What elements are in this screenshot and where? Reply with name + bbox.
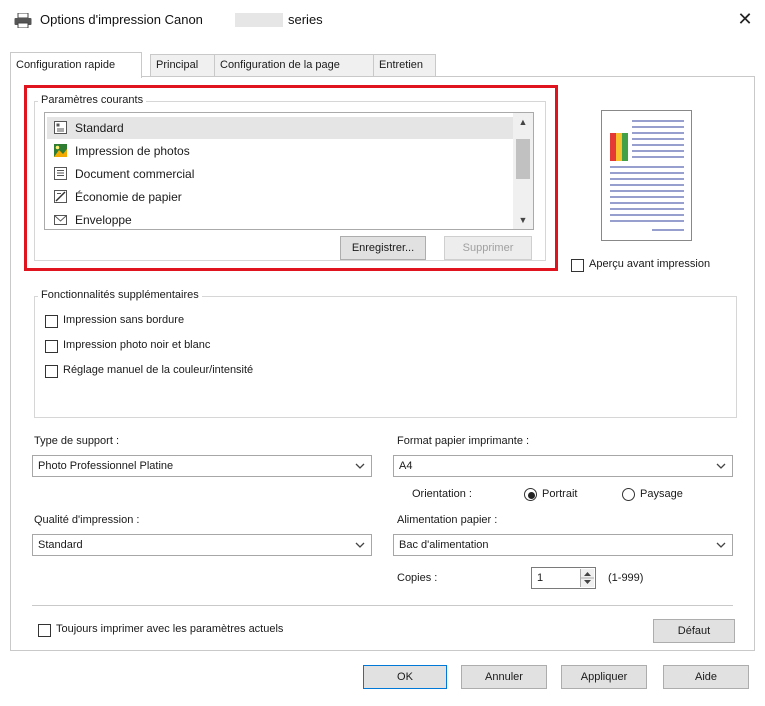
paper-source-value: Bac d'alimentation — [399, 539, 489, 551]
chevron-down-icon — [355, 542, 365, 548]
printer-icon — [14, 13, 32, 28]
paper-size-label: Format papier imprimante : — [397, 435, 530, 447]
window-title: Options d'impression Canon — [40, 12, 203, 27]
separator — [32, 605, 733, 606]
orientation-label: Orientation : — [412, 488, 472, 500]
bw-photo-checkbox[interactable] — [45, 340, 58, 353]
borderless-checkbox[interactable] — [45, 315, 58, 328]
copies-label: Copies : — [397, 572, 438, 584]
paper-source-label: Alimentation papier : — [397, 514, 498, 526]
print-quality-label: Qualité d'impression : — [34, 514, 140, 526]
always-print-label: Toujours imprimer avec les paramètres ac… — [56, 623, 284, 635]
media-type-label: Type de support : — [34, 435, 119, 447]
paper-size-select[interactable]: A4 — [393, 455, 733, 477]
window-title-suffix: series — [288, 12, 323, 27]
tab-page-setup[interactable]: Configuration de la page — [214, 54, 374, 77]
manual-color-checkbox[interactable] — [45, 365, 58, 378]
always-print-checkbox[interactable] — [38, 624, 51, 637]
bw-photo-label: Impression photo noir et blanc — [63, 339, 211, 351]
tab-quick-setup[interactable]: Configuration rapide — [10, 52, 142, 78]
help-button[interactable]: Aide — [663, 665, 749, 689]
default-button[interactable]: Défaut — [653, 619, 735, 643]
chevron-down-icon — [716, 463, 726, 469]
copies-value: 1 — [537, 572, 544, 584]
highlight-box — [24, 85, 558, 271]
paper-source-select[interactable]: Bac d'alimentation — [393, 534, 733, 556]
cancel-button[interactable]: Annuler — [461, 665, 547, 689]
portrait-radio[interactable] — [524, 488, 537, 501]
preview-page-icon — [610, 120, 684, 231]
ok-button[interactable]: OK — [363, 665, 447, 689]
media-type-select[interactable]: Photo Professionnel Platine — [32, 455, 372, 477]
spinner-buttons[interactable] — [580, 569, 594, 587]
tab-main[interactable]: Principal — [150, 54, 215, 77]
preview-checkbox[interactable] — [571, 259, 584, 272]
landscape-radio[interactable] — [622, 488, 635, 501]
print-quality-value: Standard — [38, 539, 83, 551]
landscape-label: Paysage — [640, 488, 683, 500]
preview-label: Aperçu avant impression — [589, 258, 711, 270]
spin-arrows-icon — [581, 572, 594, 584]
portrait-label: Portrait — [542, 488, 578, 500]
copies-range: (1-999) — [608, 572, 644, 584]
apply-button[interactable]: Appliquer — [561, 665, 647, 689]
copies-spinner[interactable]: 1 — [531, 567, 596, 589]
tab-maintenance[interactable]: Entretien — [373, 54, 436, 77]
chevron-down-icon — [355, 463, 365, 469]
paper-size-value: A4 — [399, 460, 413, 472]
redacted-model-name — [235, 13, 283, 27]
print-preview-image — [601, 110, 692, 241]
manual-color-label: Réglage manuel de la couleur/intensité — [63, 364, 254, 376]
close-button[interactable]: ✕ — [734, 8, 756, 30]
print-quality-select[interactable]: Standard — [32, 534, 372, 556]
chevron-down-icon — [716, 542, 726, 548]
borderless-label: Impression sans bordure — [63, 314, 185, 326]
media-type-value: Photo Professionnel Platine — [38, 460, 174, 472]
additional-features-label: Fonctionnalités supplémentaires — [38, 289, 202, 301]
